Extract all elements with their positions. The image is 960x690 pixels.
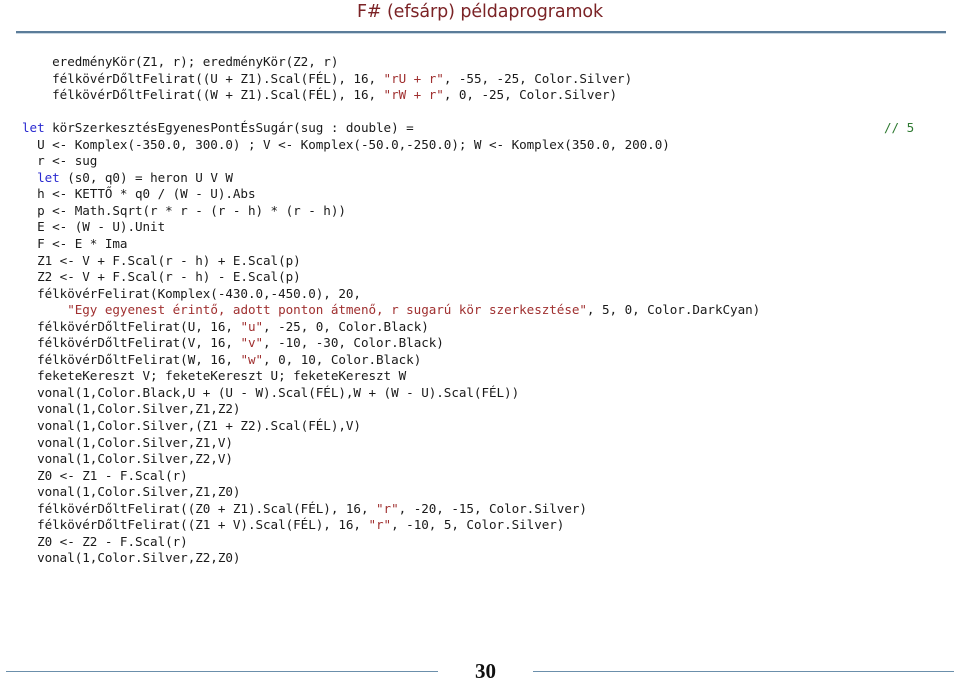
code-token-plain: félkövérDőltFelirat(V, 16, [22,335,241,351]
code-token-plain: félkövérDőltFelirat((Z0 + Z1).Scal(FÉL),… [22,500,377,516]
code-token-plain: , 0, 10, Color.Black) [263,351,422,367]
code-line: félkövérDőltFelirat((Z1 + V).Scal(FÉL), … [22,517,952,534]
footer-divider-right [533,671,954,672]
code-line: p <- Math.Sqrt(r * r - (r - h) * (r - h)… [22,203,952,220]
code-line: vonal(1,Color.Silver,Z1,V) [22,435,952,452]
code-token-plain: félkövérDőltFelirat((U + Z1).Scal(FÉL), … [22,70,384,86]
code-line: félkövérFelirat(Komplex(-430.0,-450.0), … [22,286,952,303]
code-token-str: "w" [240,351,264,367]
code-token-plain: , 5, 0, Color.DarkCyan) [586,302,761,318]
code-token-plain: , 0, -25, Color.Silver) [443,87,618,103]
code-line: r <- sug [22,153,952,170]
header-divider-shadow [16,33,946,34]
code-token-plain: vonal(1,Color.Silver,Z1,Z0) [22,484,241,500]
code-token-plain: , -10, -30, Color.Black) [263,335,444,351]
code-token-plain: vonal(1,Color.Silver,Z1,V) [22,434,233,450]
code-line: félkövérDőltFelirat(V, 16, "v", -10, -30… [22,335,952,352]
code-line: "Egy egyenest érintő, adott ponton átmen… [22,302,952,319]
code-listing: eredményKör(Z1, r); eredményKör(Z2, r) f… [22,54,952,567]
footer-divider-left [6,671,438,672]
code-line: vonal(1,Color.Silver,Z1,Z2) [22,401,952,418]
code-line: vonal(1,Color.Silver,(Z1 + Z2).Scal(FÉL)… [22,418,952,435]
code-token-plain: h <- KETTŐ * q0 / (W - U).Abs [22,186,256,202]
code-token-str: "u" [240,318,264,334]
code-line: félkövérDőltFelirat((W + Z1).Scal(FÉL), … [22,87,952,104]
code-token-str: "r" [368,517,392,533]
code-token-plain: félkövérDőltFelirat((W + Z1).Scal(FÉL), … [22,87,384,103]
code-line: E <- (W - U).Unit [22,219,952,236]
code-token-plain: feketeKereszt V; feketeKereszt U; fekete… [22,368,407,384]
code-token-plain: (s0, q0) = heron U V W [59,169,233,185]
code-token-plain: körSzerkesztésEgyenesPontÉsSugár(sug : d… [44,120,414,136]
code-margin-comment: // 5 [884,120,915,136]
code-token-str: "r" [376,500,399,516]
code-line: feketeKereszt V; feketeKereszt U; fekete… [22,368,952,385]
code-line: let (s0, q0) = heron U V W [22,170,952,187]
code-token-plain: vonal(1,Color.Black,U + (U - W).Scal(FÉL… [22,384,520,400]
code-line: vonal(1,Color.Silver,Z2,Z0) [22,550,952,567]
code-token-plain: , -20, -15, Color.Silver) [398,500,587,516]
code-token-str: "v" [240,335,264,351]
code-token-plain: félkövérDőltFelirat(U, 16, [22,318,241,334]
code-token-plain: Z1 <- V + F.Scal(r - h) + E.Scal(p) [22,252,301,268]
code-line: Z0 <- Z2 - F.Scal(r) [22,534,952,551]
code-token-plain: , -25, 0, Color.Black) [263,318,429,334]
code-token-kw: let [22,120,45,136]
code-token-plain: Z0 <- Z2 - F.Scal(r) [22,533,188,549]
page-number: 30 [475,659,496,683]
code-token-plain: p <- Math.Sqrt(r * r - (r - h) * (r - h)… [22,202,346,218]
code-token-plain: vonal(1,Color.Silver,Z2,Z0) [22,550,241,566]
code-token-plain: félkövérDőltFelirat(W, 16, [22,351,241,367]
code-line: Z2 <- V + F.Scal(r - h) - E.Scal(p) [22,269,952,286]
code-token-str: "Egy egyenest érintő, adott ponton átmen… [67,302,587,318]
code-line: Z0 <- Z1 - F.Scal(r) [22,468,952,485]
code-token-plain: félkövérDőltFelirat((Z1 + V).Scal(FÉL), … [22,517,369,533]
code-line: félkövérDőltFelirat(U, 16, "u", -25, 0, … [22,319,952,336]
slide-header: F# (efsárp) példaprogramok [0,0,960,38]
code-line: U <- Komplex(-350.0, 300.0) ; V <- Kompl… [22,137,952,154]
code-line: Z1 <- V + F.Scal(r - h) + E.Scal(p) [22,253,952,270]
code-line: vonal(1,Color.Silver,Z2,V) [22,451,952,468]
code-token-str: "rU + r" [383,70,444,86]
code-token-plain: vonal(1,Color.Silver,Z2,V) [22,451,233,467]
code-token-plain: Z0 <- Z1 - F.Scal(r) [22,467,188,483]
page-title: F# (efsárp) példaprogramok [356,2,604,22]
code-token-plain: , -55, -25, Color.Silver) [443,70,633,86]
code-line: let körSzerkesztésEgyenesPontÉsSugár(sug… [22,120,952,137]
code-token-plain: vonal(1,Color.Silver,(Z1 + Z2).Scal(FÉL)… [22,418,361,434]
code-line: félkövérDőltFelirat((U + Z1).Scal(FÉL), … [22,71,952,88]
code-line: vonal(1,Color.Silver,Z1,Z0) [22,484,952,501]
code-line: h <- KETTŐ * q0 / (W - U).Abs [22,186,952,203]
code-token-plain: U <- Komplex(-350.0, 300.0) ; V <- Kompl… [22,136,670,152]
code-token-plain: , -10, 5, Color.Silver) [391,517,565,533]
code-token-plain: F <- E * Ima [22,236,128,252]
code-token-kw: let [37,169,60,185]
slide-footer: 30 [0,648,960,690]
code-line: félkövérDőltFelirat((Z0 + Z1).Scal(FÉL),… [22,501,952,518]
code-line: F <- E * Ima [22,236,952,253]
code-token-plain: r <- sug [22,153,98,169]
code-line: vonal(1,Color.Black,U + (U - W).Scal(FÉL… [22,385,952,402]
code-line: eredményKör(Z1, r); eredményKör(Z2, r) [22,54,952,71]
code-token-plain: eredményKör(Z1, r); eredményKör(Z2, r) [22,54,339,69]
code-token-str: "rW + r" [383,87,444,103]
code-line: félkövérDőltFelirat(W, 16, "w", 0, 10, C… [22,352,952,369]
code-token-plain: Z2 <- V + F.Scal(r - h) - E.Scal(p) [22,269,301,285]
code-token-plain: vonal(1,Color.Silver,Z1,Z2) [22,401,241,417]
code-token-plain: félkövérFelirat(Komplex(-430.0,-450.0), … [22,285,361,301]
code-token-plain: E <- (W - U).Unit [22,219,166,235]
